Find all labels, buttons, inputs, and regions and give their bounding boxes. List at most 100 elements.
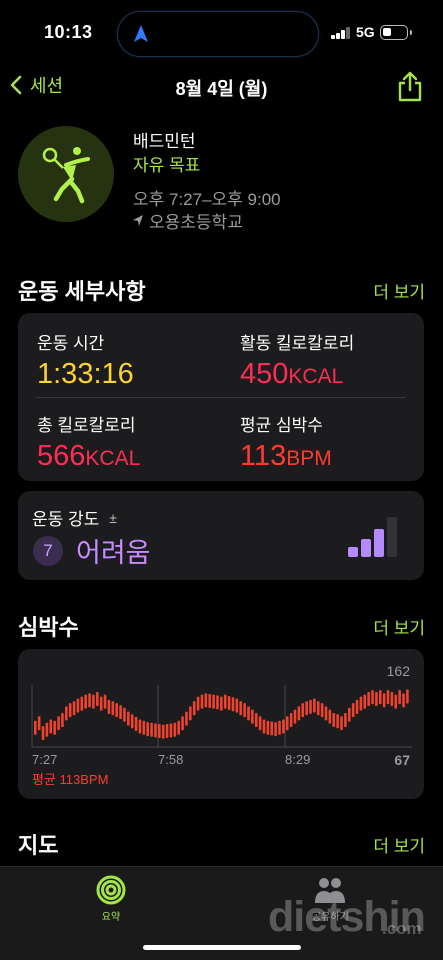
heart-rate-bar bbox=[49, 719, 53, 734]
heart-rate-bar bbox=[398, 690, 401, 705]
map-section-header: 지도 더 보기 bbox=[18, 828, 425, 858]
heart-rate-bar bbox=[53, 720, 56, 735]
heart-rate-bar bbox=[123, 707, 126, 722]
location-name: 오용초등학교 bbox=[149, 213, 243, 232]
heart-rate-bar bbox=[103, 694, 107, 709]
heart-rate-bar bbox=[336, 714, 339, 729]
heart-rate-bar bbox=[88, 693, 91, 708]
heart-rate-bar bbox=[262, 719, 266, 734]
heart-rate-bar bbox=[297, 706, 301, 721]
intensity-label: 운동 강도 ± bbox=[32, 509, 117, 530]
heart-rate-bar bbox=[115, 703, 118, 718]
heart-rate-bar bbox=[154, 723, 157, 738]
heart-rate-bar bbox=[169, 723, 173, 738]
heart-rate-bar bbox=[367, 692, 370, 707]
heart-rate-bar bbox=[150, 722, 153, 737]
hr-average-label: 평균 113BPM bbox=[32, 772, 109, 787]
heart-rate-bar bbox=[158, 724, 161, 739]
heart-rate-bar bbox=[382, 693, 386, 708]
heart-rate-bar bbox=[165, 724, 169, 739]
heart-rate-bar bbox=[247, 706, 250, 721]
heart-rate-section-header: 심박수 더 보기 bbox=[18, 610, 425, 640]
heart-rate-bar bbox=[37, 716, 41, 731]
heart-rate-bar bbox=[266, 720, 270, 735]
heart-rate-bar bbox=[223, 694, 227, 709]
intensity-bars-icon bbox=[348, 517, 397, 557]
metric-label: 총 킬로칼로리 bbox=[37, 416, 136, 435]
heart-rate-bar bbox=[243, 703, 246, 718]
heart-rate-bar bbox=[231, 697, 235, 712]
workout-details-card[interactable]: 운동 시간 1:33:16 활동 킬로칼로리 450KCAL 총 킬로칼로리 5… bbox=[18, 313, 424, 481]
heart-rate-bar bbox=[355, 699, 359, 714]
metric-value: 1:33:16 bbox=[37, 358, 134, 390]
heart-rate-bar bbox=[274, 722, 277, 737]
heart-rate-bar bbox=[173, 722, 177, 737]
x-tick-label: 7:58 bbox=[158, 752, 184, 767]
heart-rate-bar bbox=[239, 701, 243, 716]
status-time: 10:13 bbox=[44, 22, 93, 42]
heart-rate-card[interactable]: 162 7:27 7:58 8:29 67 평균 113BPM bbox=[18, 649, 424, 799]
home-indicator[interactable] bbox=[143, 945, 301, 950]
tab-label: 요약 bbox=[101, 912, 121, 923]
heart-rate-bar bbox=[270, 721, 274, 736]
activity-rings-icon bbox=[96, 875, 126, 905]
heart-rate-bar bbox=[200, 694, 204, 709]
intensity-card[interactable]: 운동 강도 ± 7 어려움 bbox=[18, 491, 424, 580]
heart-rate-bar bbox=[61, 712, 64, 727]
heart-rate-bar bbox=[111, 701, 115, 716]
heart-rate-bar bbox=[347, 707, 351, 722]
intensity-value: 7 어려움 bbox=[33, 531, 151, 570]
details-section-header: 운동 세부사항 더 보기 bbox=[18, 274, 425, 304]
heart-rate-more-link[interactable]: 더 보기 bbox=[373, 614, 425, 639]
heart-rate-bar bbox=[138, 719, 142, 734]
heart-rate-bar bbox=[402, 693, 405, 708]
metric-label: 평균 심박수 bbox=[240, 416, 323, 435]
heart-rate-bar bbox=[220, 696, 223, 711]
metric-workout-time: 운동 시간 1:33:16 bbox=[37, 329, 134, 391]
details-more-link[interactable]: 더 보기 bbox=[373, 278, 425, 303]
heart-rate-bar bbox=[316, 701, 320, 716]
activity-header: 배드민턴 자유 목표 오후 7:27–오후 9:00 오용초등학교 bbox=[18, 126, 423, 236]
heart-rate-bar bbox=[324, 706, 328, 721]
metric-value: 113BPM bbox=[240, 440, 332, 472]
tab-summary[interactable]: 요약 bbox=[96, 875, 126, 923]
metric-avg-heart-rate: 평균 심박수 113BPM bbox=[240, 411, 332, 473]
heart-rate-bar bbox=[293, 709, 297, 724]
heart-rate-title: 심박수 bbox=[18, 615, 79, 640]
heart-rate-bar bbox=[177, 720, 180, 735]
heart-rate-bar bbox=[72, 701, 76, 716]
activity-location: 오용초등학교 bbox=[133, 208, 243, 233]
heart-rate-bar bbox=[80, 696, 84, 711]
divider bbox=[36, 397, 406, 398]
heart-rate-bar bbox=[185, 711, 188, 726]
heart-rate-bar bbox=[313, 698, 316, 713]
heart-rate-bar bbox=[363, 694, 367, 709]
heart-rate-bar bbox=[34, 720, 37, 735]
details-title: 운동 세부사항 bbox=[18, 279, 146, 304]
network-type: 5G bbox=[356, 24, 375, 40]
heart-rate-bar bbox=[254, 712, 258, 727]
battery-icon bbox=[380, 25, 412, 40]
cellular-signal-icon bbox=[331, 27, 351, 39]
activity-badge bbox=[18, 126, 114, 222]
x-tick-label: 8:29 bbox=[285, 752, 311, 767]
heart-rate-bar bbox=[189, 706, 192, 721]
share-icon[interactable] bbox=[397, 70, 423, 102]
heart-rate-bar bbox=[84, 694, 87, 709]
heart-rate-bar bbox=[99, 696, 103, 711]
navigation-arrow-icon bbox=[134, 25, 148, 42]
heart-rate-bar bbox=[208, 694, 212, 709]
badminton-icon bbox=[42, 147, 90, 204]
metric-value: 450KCAL bbox=[240, 358, 344, 390]
intensity-text: 어려움 bbox=[76, 538, 151, 568]
metric-label: 운동 시간 bbox=[37, 334, 105, 353]
map-more-link[interactable]: 더 보기 bbox=[373, 832, 425, 857]
dynamic-island[interactable] bbox=[117, 11, 319, 57]
heart-rate-bar bbox=[386, 690, 390, 705]
heart-rate-bar bbox=[320, 703, 324, 718]
heart-rate-bar bbox=[301, 703, 305, 718]
heart-rate-bar bbox=[212, 694, 215, 709]
hr-min-label: 67 bbox=[394, 752, 410, 768]
heart-rate-bar bbox=[378, 690, 382, 705]
heart-rate-bar bbox=[146, 722, 149, 737]
